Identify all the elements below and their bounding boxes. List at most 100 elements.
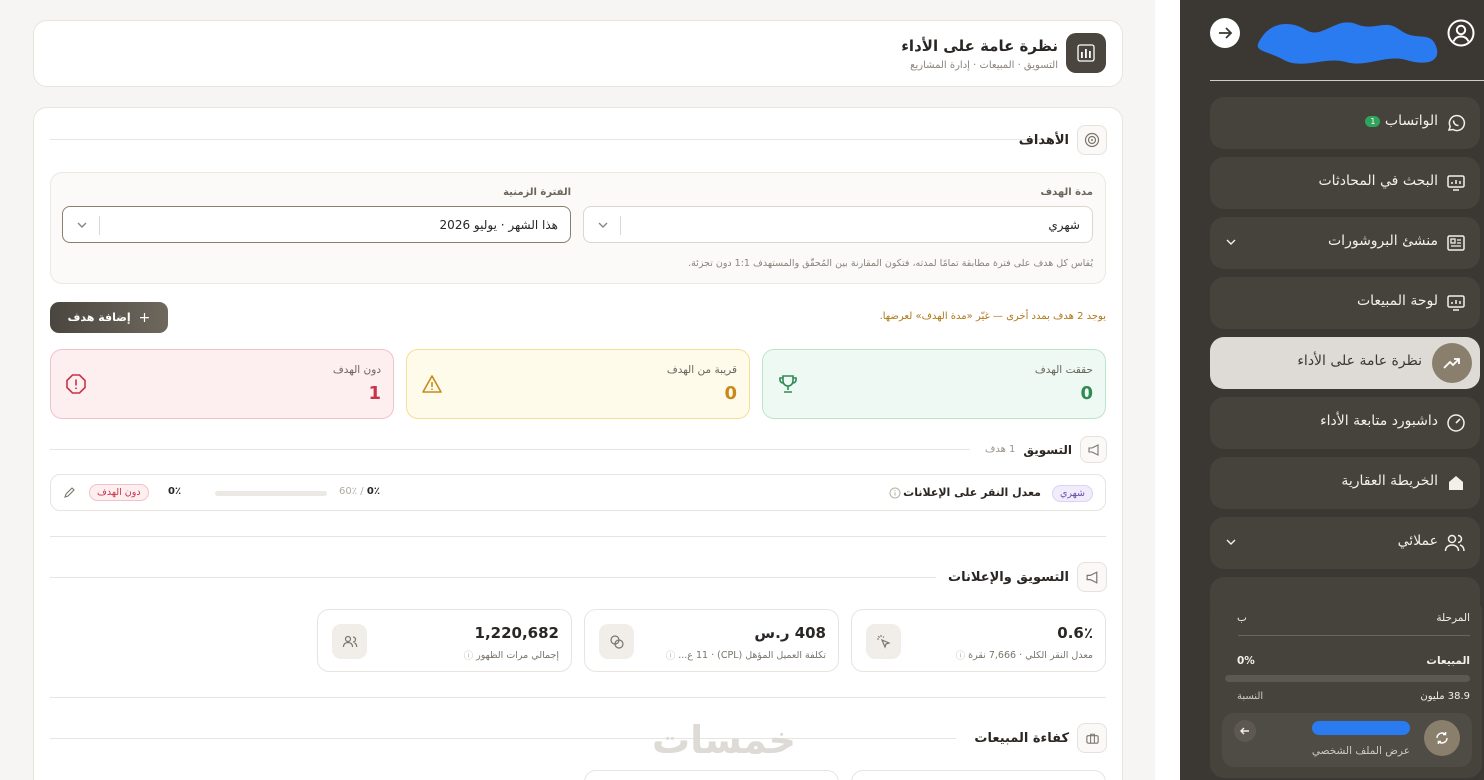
goal-actual: 0٪ <box>366 486 380 497</box>
sidebar-item-label: الخريطة العقارية <box>1341 473 1438 489</box>
gauge-icon <box>1447 414 1465 432</box>
kpi-impressions-card: 1,220,682 إجمالي مرات الظهور ⓘ <box>317 609 572 672</box>
kpi-value: 408 ر.س <box>754 624 826 642</box>
chevron-down-icon <box>598 222 608 228</box>
goal-target: 60٪ <box>339 486 358 497</box>
goal-row[interactable]: شهري معدل النقر على الإعلانات 0٪ / 60٪ 0… <box>50 474 1106 511</box>
duration-select[interactable]: شهري <box>583 206 1093 243</box>
kpi-card <box>851 770 1106 780</box>
refresh-icon <box>1436 732 1448 744</box>
ratio-label: النسبة <box>1237 691 1264 702</box>
goal-group-header: التسويق 1 هدف <box>985 436 1107 463</box>
sidebar-item-property-map[interactable]: الخريطة العقارية <box>1210 457 1480 509</box>
duration-value: شهري <box>1048 217 1080 232</box>
sidebar-item-my-clients[interactable]: عملائي <box>1210 517 1480 569</box>
goal-name: معدل النقر على الإعلانات <box>903 486 1041 499</box>
sidebar-item-label: عملائي <box>1397 533 1438 549</box>
collapse-sidebar-button[interactable] <box>1210 18 1240 48</box>
goal-separator: / <box>360 486 364 497</box>
brochure-icon <box>1447 235 1465 251</box>
sidebar-item-performance-dashboard[interactable]: داشبورد متابعة الأداء <box>1210 397 1480 449</box>
period-select[interactable]: هذا الشهر · يوليو 2026 <box>62 206 571 243</box>
user-name-redacted <box>1252 12 1440 68</box>
sidebar-item-sales-board[interactable]: لوحة المبيعات <box>1210 277 1480 329</box>
period-value: هذا الشهر · يوليو 2026 <box>439 217 558 232</box>
watermark: خمسات <box>652 718 796 762</box>
trend-up-icon <box>1432 343 1472 383</box>
arrow-left-icon <box>1240 727 1249 735</box>
divider <box>1210 80 1484 81</box>
goal-group-count: 1 هدف <box>984 444 1016 455</box>
megaphone-icon <box>1080 436 1107 463</box>
sales-label: المبيعات <box>1426 655 1470 667</box>
stat-value: 1 <box>368 383 381 404</box>
divider <box>50 449 970 450</box>
chat-search-icon <box>1447 175 1465 191</box>
sidebar-item-label: منشئ البروشورات <box>1328 233 1438 249</box>
goal-values: 0٪ / 60٪ <box>339 486 380 497</box>
stat-label: حققت الهدف <box>1034 364 1093 376</box>
goals-section-header: الأهداف <box>1019 125 1107 155</box>
period-label: الفترة الزمنية <box>503 187 571 198</box>
divider <box>50 139 1065 140</box>
stage-value: ب <box>1237 612 1247 624</box>
sales-efficiency-header: كفاءة المبيعات <box>974 723 1107 753</box>
stat-label: دون الهدف <box>332 364 381 376</box>
users-icon <box>1444 534 1465 552</box>
chevron-down-icon <box>1226 539 1236 545</box>
sidebar: الواتساب 1 البحث في المحادثات منشئ البرو… <box>1180 0 1484 780</box>
sidebar-item-performance-overview[interactable]: نظرة عامة على الأداء <box>1210 337 1480 389</box>
chevron-down-icon <box>77 222 87 228</box>
goal-filters: مدة الهدف شهري الفترة الزمنية هذا الشهر … <box>50 172 1106 284</box>
kpi-value: 1,220,682 <box>474 624 559 642</box>
sidebar-item-whatsapp[interactable]: الواتساب 1 <box>1210 97 1480 149</box>
divider <box>50 697 1106 698</box>
add-goal-label: إضافة هدف <box>67 311 131 324</box>
kpi-ctr-card: 0.6٪ معدل النقر الكلي · 7,666 نقرة ⓘ <box>851 609 1106 672</box>
sidebar-item-label: داشبورد متابعة الأداء <box>1320 413 1438 429</box>
edit-pencil-icon[interactable] <box>63 486 76 499</box>
info-icon: ⓘ <box>955 651 966 662</box>
coins-icon <box>599 624 634 659</box>
duration-label: مدة الهدف <box>1040 187 1093 198</box>
refresh-button[interactable] <box>1424 720 1460 756</box>
stage-label: المرحلة <box>1436 612 1470 624</box>
goal-period-badge: شهري <box>1051 485 1093 502</box>
goal-percent: 0٪ <box>168 486 182 497</box>
marketing-title: التسويق والإعلانات <box>948 569 1069 585</box>
kpi-cpl-card: 408 ر.س تكلفة العميل المؤهل (CPL) · 11 ع… <box>584 609 839 672</box>
logout-button[interactable] <box>1234 720 1256 742</box>
profile-card[interactable]: عرض الملف الشخصي <box>1222 713 1472 767</box>
kpi-subtitle: إجمالي مرات الظهور ⓘ <box>463 649 559 663</box>
stat-near: قريبة من الهدف 0 <box>406 349 750 419</box>
info-icon: ⓘ <box>665 651 676 662</box>
goal-progress-bar <box>215 491 327 496</box>
chevron-down-icon <box>1226 239 1236 245</box>
sidebar-item-label: نظرة عامة على الأداء <box>1297 353 1422 369</box>
add-goal-button[interactable]: + إضافة هدف <box>50 302 168 333</box>
whatsapp-icon <box>1447 114 1466 132</box>
stat-below: دون الهدف 1 <box>50 349 394 419</box>
view-profile-link[interactable]: عرض الملف الشخصي <box>1312 745 1410 757</box>
page-header-card: نظرة عامة على الأداء التسويق · المبيعات … <box>33 20 1123 87</box>
kpi-subtitle: تكلفة العميل المؤهل (CPL) · 11 ع... ⓘ <box>665 649 826 663</box>
kpi-value: 0.6٪ <box>1057 624 1093 642</box>
warning-triangle-icon <box>422 375 442 393</box>
target-icon <box>1077 125 1107 155</box>
sales-amount: 38.9 مليون <box>1420 691 1470 702</box>
main-content: نظرة عامة على الأداء التسويق · المبيعات … <box>0 0 1155 780</box>
stat-value: 0 <box>1080 383 1093 404</box>
sales-percent: 0% <box>1237 655 1255 667</box>
sidebar-item-chat-search[interactable]: البحث في المحادثات <box>1210 157 1480 209</box>
goal-measure-note: يُقاس كل هدف على فترة مطابقة تمامًا لمدت… <box>688 258 1093 269</box>
stat-value: 0 <box>724 383 737 404</box>
alert-octagon-icon <box>66 374 86 394</box>
user-circle-icon[interactable] <box>1446 18 1476 48</box>
briefcase-icon <box>1077 723 1107 753</box>
page-title: نظرة عامة على الأداء <box>901 37 1058 55</box>
plus-icon: + <box>138 309 151 326</box>
sales-board-icon <box>1447 295 1465 311</box>
unread-badge: 1 <box>1365 115 1381 127</box>
sidebar-item-brochure-builder[interactable]: منشئ البروشورات <box>1210 217 1480 269</box>
kpi-subtitle: معدل النقر الكلي · 7,666 نقرة ⓘ <box>955 649 1093 663</box>
